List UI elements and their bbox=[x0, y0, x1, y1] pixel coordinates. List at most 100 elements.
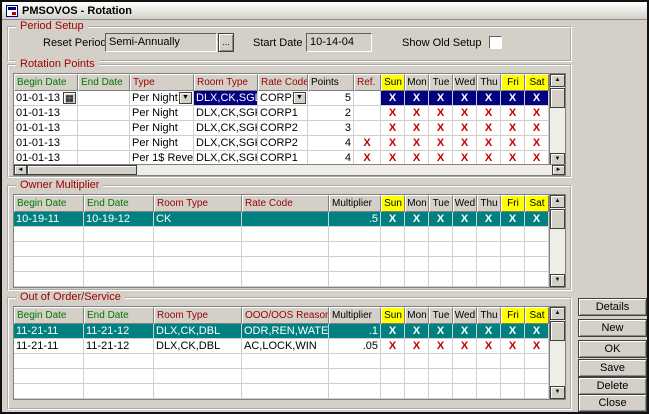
cell-empty[interactable] bbox=[381, 369, 405, 384]
ooo-row-empty[interactable] bbox=[14, 369, 549, 384]
rotation-horizontal-scrollbar[interactable]: ◄ ► bbox=[13, 164, 566, 176]
cell-empty[interactable] bbox=[242, 227, 329, 242]
cell-ref[interactable] bbox=[354, 106, 381, 121]
cell-day-tue[interactable]: X bbox=[429, 339, 453, 354]
cell-empty[interactable] bbox=[405, 242, 429, 257]
cell-rate-code[interactable] bbox=[242, 212, 329, 227]
scroll-track[interactable] bbox=[550, 320, 565, 386]
cell-day-sun[interactable]: X bbox=[381, 121, 405, 136]
cell-empty[interactable] bbox=[154, 242, 242, 257]
cell-day-wed[interactable]: X bbox=[453, 324, 477, 339]
cell-empty[interactable] bbox=[154, 354, 242, 369]
cell-empty[interactable] bbox=[242, 257, 329, 272]
cell-day-tue[interactable]: X bbox=[429, 136, 453, 151]
cell-empty[interactable] bbox=[84, 227, 154, 242]
ooo-row-empty[interactable] bbox=[14, 384, 549, 399]
cell-day-fri[interactable]: X bbox=[501, 106, 525, 121]
cell-empty[interactable] bbox=[381, 354, 405, 369]
cell-day-sun[interactable]: X bbox=[381, 136, 405, 151]
cell-end-date[interactable]: 11-21-12 bbox=[84, 324, 154, 339]
cell-empty[interactable] bbox=[329, 384, 381, 399]
cell-empty[interactable] bbox=[242, 354, 329, 369]
cell-begin-date[interactable]: 01-01-13 bbox=[14, 106, 78, 121]
cell-empty[interactable] bbox=[14, 272, 84, 287]
cell-empty[interactable] bbox=[477, 384, 501, 399]
cell-points[interactable]: 2 bbox=[308, 106, 354, 121]
scroll-down-icon[interactable]: ▼ bbox=[550, 274, 565, 287]
cell-day-sat[interactable]: X bbox=[525, 106, 549, 121]
cell-ref[interactable] bbox=[354, 91, 381, 106]
scroll-thumb[interactable] bbox=[550, 88, 565, 108]
cell-empty[interactable] bbox=[381, 227, 405, 242]
cell-empty[interactable] bbox=[525, 384, 549, 399]
cell-type[interactable]: Per Night bbox=[130, 121, 194, 136]
cell-empty[interactable] bbox=[501, 227, 525, 242]
cell-day-mon[interactable]: X bbox=[405, 324, 429, 339]
cell-empty[interactable] bbox=[242, 242, 329, 257]
cell-rate-code[interactable]: CORP1 bbox=[258, 106, 308, 121]
cell-empty[interactable] bbox=[405, 227, 429, 242]
cell-empty[interactable] bbox=[381, 257, 405, 272]
cell-empty[interactable] bbox=[242, 369, 329, 384]
cell-empty[interactable] bbox=[453, 369, 477, 384]
cell-room-type[interactable]: DLX,CK,DBL bbox=[154, 324, 242, 339]
cell-day-thu[interactable]: X bbox=[477, 121, 501, 136]
scroll-thumb[interactable] bbox=[27, 165, 137, 175]
cell-empty[interactable] bbox=[525, 354, 549, 369]
cell-day-sat[interactable]: X bbox=[525, 324, 549, 339]
cell-empty[interactable] bbox=[14, 227, 84, 242]
cell-day-fri[interactable]: X bbox=[501, 121, 525, 136]
cell-empty[interactable] bbox=[429, 227, 453, 242]
cell-day-thu[interactable]: X bbox=[477, 106, 501, 121]
cell-end-date[interactable] bbox=[78, 121, 130, 136]
ooo-row[interactable]: 11-21-11 11-21-12 DLX,CK,DBL AC,LOCK,WIN… bbox=[14, 339, 549, 354]
cell-begin-date[interactable]: 11-21-11 bbox=[14, 339, 84, 354]
cell-day-thu[interactable]: X bbox=[477, 91, 501, 106]
ok-button[interactable]: OK bbox=[578, 340, 647, 358]
cell-points[interactable]: 5 bbox=[308, 91, 354, 106]
cell-empty[interactable] bbox=[329, 369, 381, 384]
cell-end-date[interactable] bbox=[78, 106, 130, 121]
cell-day-tue[interactable]: X bbox=[429, 212, 453, 227]
cell-empty[interactable] bbox=[525, 242, 549, 257]
rotation-row-selected[interactable]: 01-01-13 ▦ Per Night ▼ DLX,CK,SGL CORP1 … bbox=[14, 91, 549, 106]
cell-empty[interactable] bbox=[477, 227, 501, 242]
cell-empty[interactable] bbox=[14, 354, 84, 369]
cell-day-wed[interactable]: X bbox=[453, 339, 477, 354]
cell-day-sat[interactable]: X bbox=[525, 212, 549, 227]
close-button[interactable]: Close bbox=[578, 394, 647, 412]
cell-day-thu[interactable]: X bbox=[477, 339, 501, 354]
cell-empty[interactable] bbox=[242, 272, 329, 287]
cell-points[interactable]: 4 bbox=[308, 136, 354, 151]
cell-empty[interactable] bbox=[154, 227, 242, 242]
cell-empty[interactable] bbox=[84, 354, 154, 369]
cell-empty[interactable] bbox=[477, 272, 501, 287]
cell-room-type[interactable]: DLX,CK,SGL bbox=[194, 91, 258, 106]
save-button[interactable]: Save bbox=[578, 359, 647, 377]
cell-empty[interactable] bbox=[84, 242, 154, 257]
scroll-track[interactable] bbox=[550, 87, 565, 153]
cell-empty[interactable] bbox=[453, 227, 477, 242]
cell-day-fri[interactable]: X bbox=[501, 339, 525, 354]
cell-day-sun[interactable]: X bbox=[381, 324, 405, 339]
owner-row-selected[interactable]: 10-19-11 10-19-12 CK .5 X X X X X X X bbox=[14, 212, 549, 227]
cell-day-mon[interactable]: X bbox=[405, 121, 429, 136]
cell-empty[interactable] bbox=[501, 242, 525, 257]
cell-day-fri[interactable]: X bbox=[501, 324, 525, 339]
cell-empty[interactable] bbox=[154, 257, 242, 272]
cell-multiplier[interactable]: .1 bbox=[329, 324, 381, 339]
cell-empty[interactable] bbox=[84, 257, 154, 272]
cell-empty[interactable] bbox=[329, 272, 381, 287]
cell-empty[interactable] bbox=[405, 354, 429, 369]
cell-ref[interactable]: X bbox=[354, 136, 381, 151]
scroll-left-icon[interactable]: ◄ bbox=[14, 165, 27, 175]
rotation-row[interactable]: 01-01-13 Per Night DLX,CK,SGK,K CORP2 4 … bbox=[14, 136, 549, 151]
cell-multiplier[interactable]: .5 bbox=[329, 212, 381, 227]
ooo-vertical-scrollbar[interactable]: ▲ ▼ bbox=[549, 307, 565, 399]
cell-day-mon[interactable]: X bbox=[405, 91, 429, 106]
cell-day-mon[interactable]: X bbox=[405, 106, 429, 121]
cell-ooo-reason[interactable]: AC,LOCK,WIN bbox=[242, 339, 329, 354]
cell-end-date[interactable]: 11-21-12 bbox=[84, 339, 154, 354]
owner-row-empty[interactable] bbox=[14, 257, 549, 272]
cell-empty[interactable] bbox=[84, 272, 154, 287]
